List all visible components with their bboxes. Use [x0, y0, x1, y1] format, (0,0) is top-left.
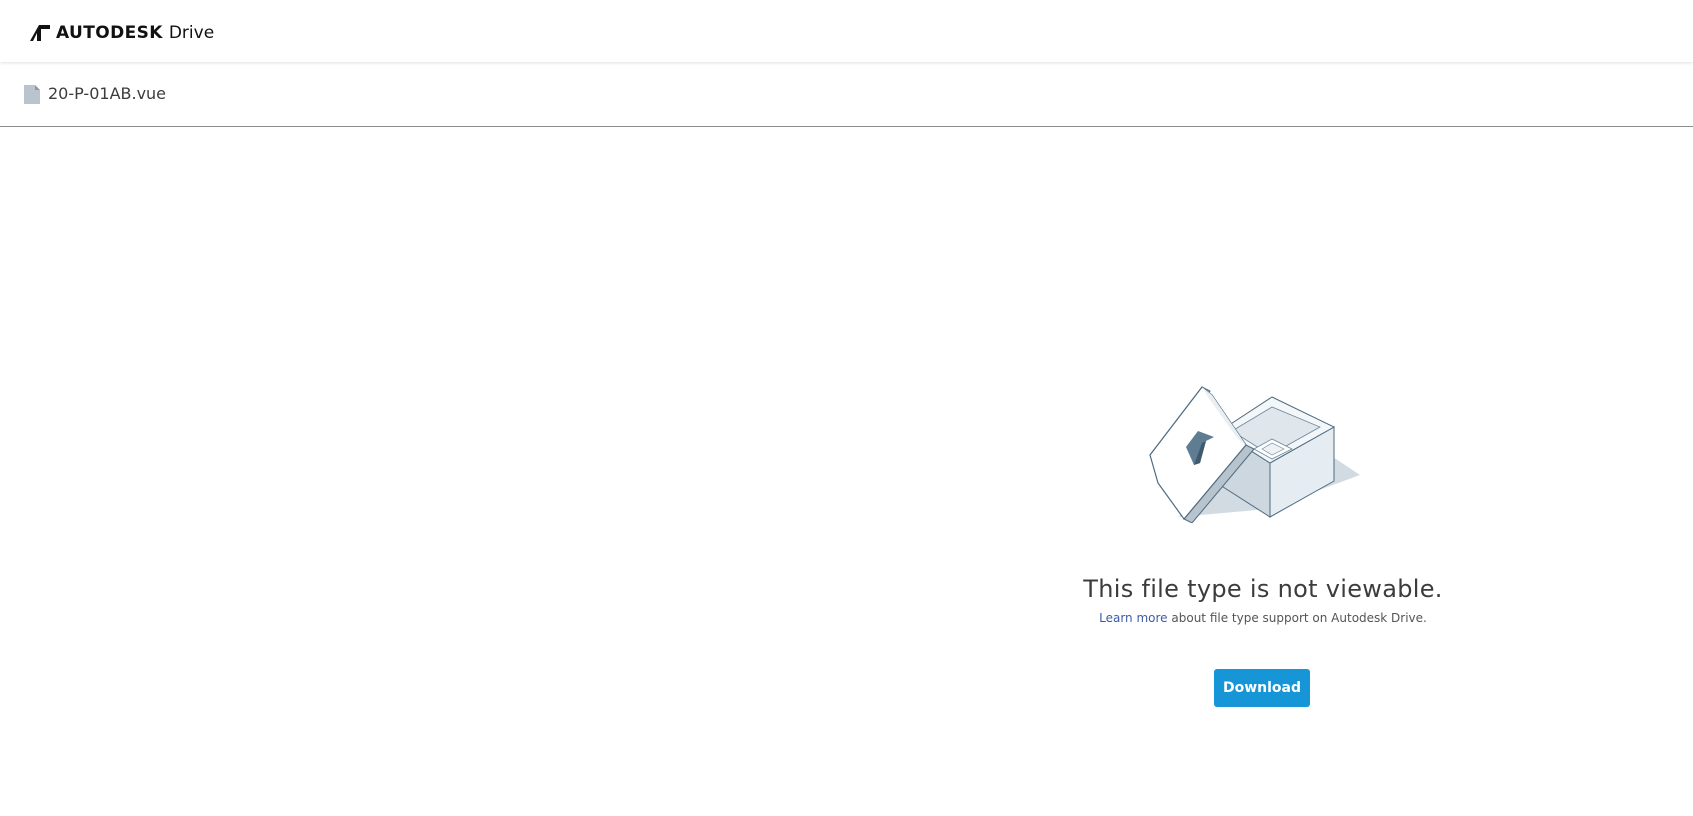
product-name: Drive: [168, 23, 215, 43]
file-support-text: about file type support on Autodesk Driv…: [1167, 611, 1427, 625]
document-icon: [24, 85, 40, 104]
file-name: 20-P-01AB.vue: [48, 84, 167, 103]
download-button[interactable]: Download: [1214, 669, 1310, 707]
open-box-illustration: [1149, 386, 1360, 523]
brand[interactable]: AUTODESK Drive: [30, 22, 214, 44]
top-header: AUTODESK Drive: [0, 0, 1693, 62]
file-support-note: Learn more about file type support on Au…: [1062, 611, 1464, 625]
learn-more-link[interactable]: Learn more: [1099, 611, 1167, 625]
not-viewable-message: This file type is not viewable.: [1083, 575, 1443, 603]
brand-name: AUTODESK: [56, 23, 163, 43]
file-bar: 20-P-01AB.vue: [0, 62, 1693, 127]
autodesk-logo-icon: [30, 25, 50, 41]
